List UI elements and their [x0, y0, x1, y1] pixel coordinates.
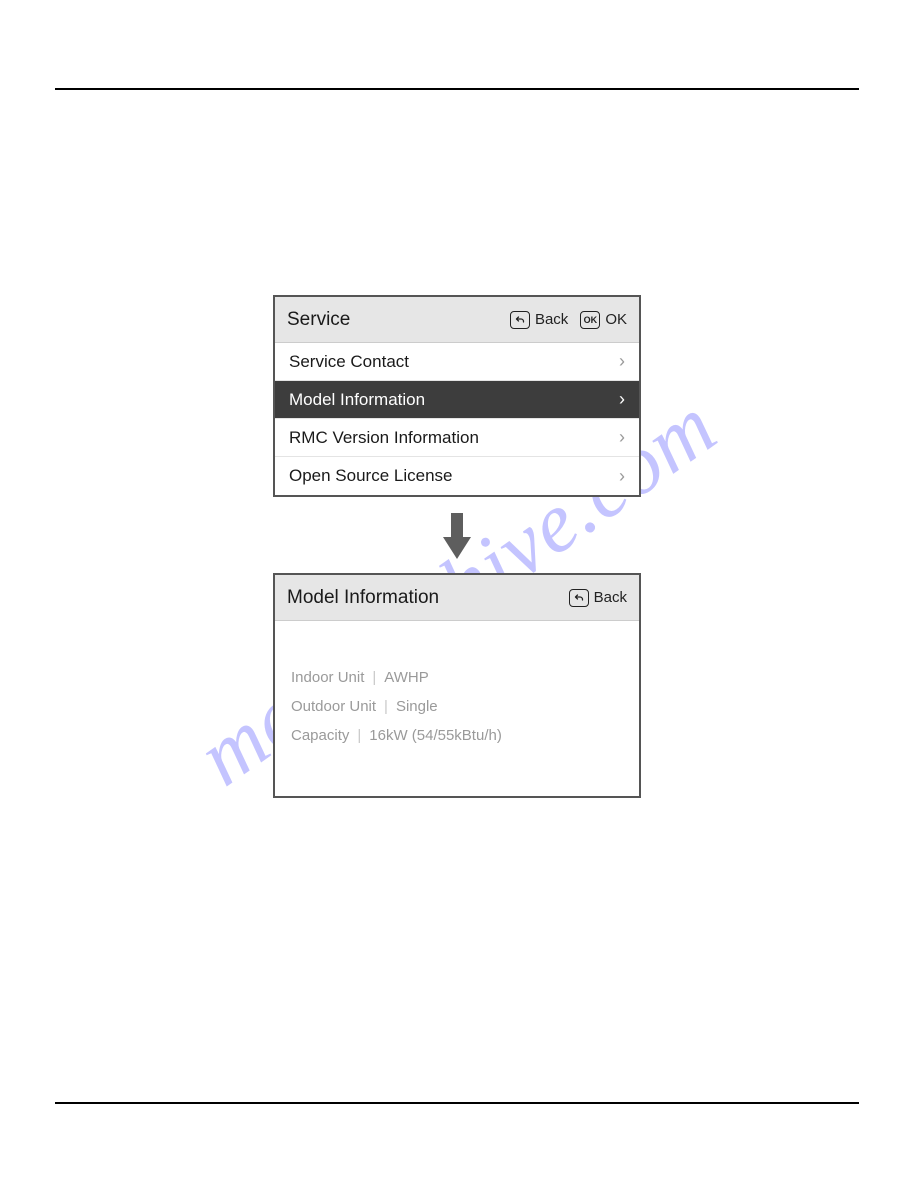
chevron-right-icon: › — [619, 466, 625, 487]
detail-back-button-label: Back — [594, 589, 627, 606]
bottom-rule — [55, 1102, 859, 1104]
kv-separator: | — [372, 669, 376, 686]
chevron-right-icon: › — [619, 389, 625, 410]
ok-button-label: OK — [605, 311, 627, 328]
ok-button[interactable]: OK OK — [580, 311, 627, 329]
menu-item-open-source-license[interactable]: Open Source License › — [275, 457, 639, 495]
ok-icon: OK — [580, 311, 600, 329]
menu-item-label: Service Contact — [289, 352, 619, 372]
kv-separator: | — [384, 698, 388, 715]
service-panel-title: Service — [287, 309, 350, 331]
chevron-right-icon: › — [619, 427, 625, 448]
model-info-title: Model Information — [287, 587, 439, 609]
kv-value: Single — [396, 698, 438, 715]
page: manualshive.com Service Back OK OK — [0, 0, 914, 1191]
menu-item-service-contact[interactable]: Service Contact › — [275, 343, 639, 381]
service-panel-header: Service Back OK OK — [275, 297, 639, 343]
kv-capacity: Capacity | 16kW (54/55kBtu/h) — [291, 727, 623, 744]
kv-separator: | — [357, 727, 361, 744]
panels-container: Service Back OK OK Service Contact › — [0, 295, 914, 798]
kv-indoor-unit: Indoor Unit | AWHP — [291, 669, 623, 686]
service-menu: Service Contact › Model Information › RM… — [275, 343, 639, 495]
kv-key: Capacity — [291, 727, 349, 744]
menu-item-model-information[interactable]: Model Information › — [275, 381, 639, 419]
kv-value: AWHP — [384, 669, 428, 686]
menu-item-label: Model Information — [289, 390, 619, 410]
arrow-down-icon — [437, 511, 477, 563]
menu-item-label: Open Source License — [289, 466, 619, 486]
service-panel: Service Back OK OK Service Contact › — [273, 295, 641, 497]
menu-item-rmc-version[interactable]: RMC Version Information › — [275, 419, 639, 457]
top-rule — [55, 88, 859, 90]
kv-key: Indoor Unit — [291, 669, 364, 686]
kv-value: 16kW (54/55kBtu/h) — [369, 727, 502, 744]
chevron-right-icon: › — [619, 351, 625, 372]
back-icon — [569, 589, 589, 607]
back-icon — [510, 311, 530, 329]
model-info-body: Indoor Unit | AWHP Outdoor Unit | Single… — [275, 621, 639, 796]
model-info-panel: Model Information Back Indoor Unit | AWH… — [273, 573, 641, 798]
kv-outdoor-unit: Outdoor Unit | Single — [291, 698, 623, 715]
model-info-header: Model Information Back — [275, 575, 639, 621]
detail-back-button[interactable]: Back — [569, 589, 627, 607]
back-button[interactable]: Back — [510, 311, 568, 329]
menu-item-label: RMC Version Information — [289, 428, 619, 448]
back-button-label: Back — [535, 311, 568, 328]
kv-key: Outdoor Unit — [291, 698, 376, 715]
